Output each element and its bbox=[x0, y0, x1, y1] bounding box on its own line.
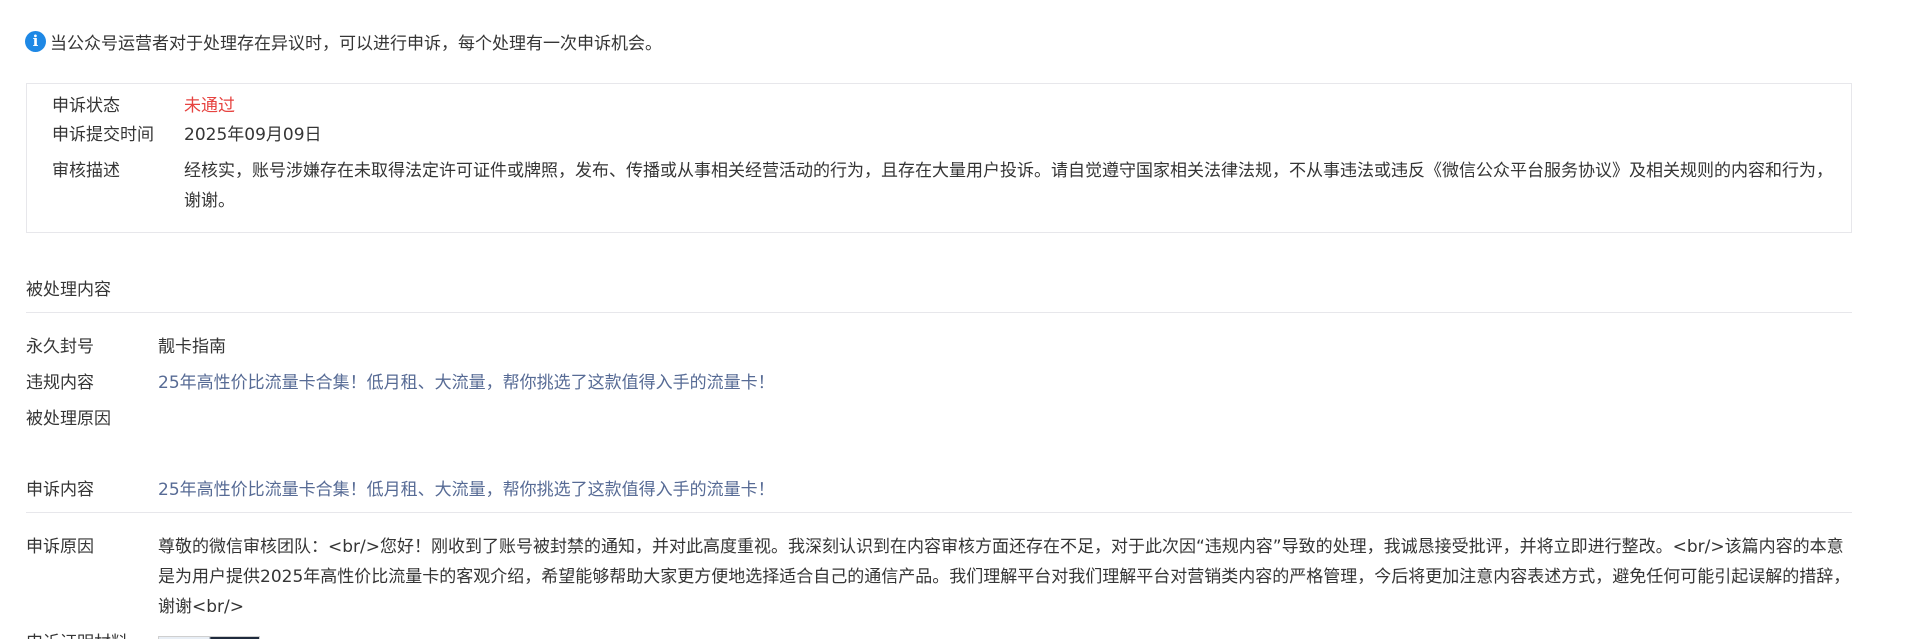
processed-section-title: 被处理内容 bbox=[26, 280, 111, 300]
review-desc-value: 经核实，账号涉嫌存在未取得法定许可证件或牌照，发布、传播或从事相关经营活动的行为… bbox=[184, 161, 1833, 211]
ban-row: 永久封号 靓卡指南 bbox=[26, 332, 226, 362]
review-desc-row: 审核描述 经核实，账号涉嫌存在未取得法定许可证件或牌照，发布、传播或从事相关经营… bbox=[52, 156, 1834, 216]
violation-row: 违规内容 25年高性价比流量卡合集！低月租、大流量，帮你挑选了这款值得入手的流量… bbox=[26, 368, 775, 398]
appeal-reason-row: 申诉原因 尊敬的微信审核团队：<br/>您好！刚收到了账号被封禁的通知，并对此高… bbox=[26, 532, 1852, 622]
appeal-status-box: 申诉状态 未通过 申诉提交时间 2025年09月09日 审核描述 经核实，账号涉… bbox=[26, 83, 1852, 233]
submit-time-value: 2025年09月09日 bbox=[184, 125, 322, 145]
ban-account-name: 靓卡指南 bbox=[158, 337, 226, 357]
appeal-content-label: 申诉内容 bbox=[26, 480, 94, 500]
status-row: 申诉状态 未通过 bbox=[52, 91, 235, 121]
status-value: 未通过 bbox=[184, 96, 235, 116]
evidence-row: 申诉证明材料 bbox=[26, 628, 158, 639]
notice-text: 当公众号运营者对于处理存在异议时，可以进行申诉，每个处理有一次申诉机会。 bbox=[50, 33, 662, 54]
appeal-notice: i 当公众号运营者对于处理存在异议时，可以进行申诉，每个处理有一次申诉机会。 bbox=[25, 28, 662, 54]
ban-label: 永久封号 bbox=[26, 337, 94, 357]
appeal-divider bbox=[26, 512, 1852, 513]
section-divider bbox=[26, 312, 1852, 313]
appeal-reason-value: 尊敬的微信审核团队：<br/>您好！刚收到了账号被封禁的通知，并对此高度重视。我… bbox=[158, 537, 1851, 617]
submit-time-row: 申诉提交时间 2025年09月09日 bbox=[52, 120, 322, 150]
appeal-detail-page: i 当公众号运营者对于处理存在异议时，可以进行申诉，每个处理有一次申诉机会。 申… bbox=[0, 0, 1913, 639]
processed-reason-row: 被处理原因 bbox=[26, 404, 158, 434]
info-icon: i bbox=[25, 30, 46, 52]
appeal-content-row: 申诉内容 25年高性价比流量卡合集！低月租、大流量，帮你挑选了这款值得入手的流量… bbox=[26, 475, 775, 505]
appeal-content-link[interactable]: 25年高性价比流量卡合集！低月租、大流量，帮你挑选了这款值得入手的流量卡！ bbox=[158, 475, 775, 505]
processed-reason-label: 被处理原因 bbox=[26, 409, 111, 429]
review-desc-label: 审核描述 bbox=[52, 161, 120, 181]
status-label: 申诉状态 bbox=[52, 96, 120, 116]
submit-time-label: 申诉提交时间 bbox=[52, 125, 154, 145]
appeal-reason-label: 申诉原因 bbox=[26, 537, 94, 557]
evidence-label: 申诉证明材料 bbox=[26, 628, 158, 639]
violation-content-link[interactable]: 25年高性价比流量卡合集！低月租、大流量，帮你挑选了这款值得入手的流量卡！ bbox=[158, 368, 775, 398]
violation-label: 违规内容 bbox=[26, 373, 94, 393]
